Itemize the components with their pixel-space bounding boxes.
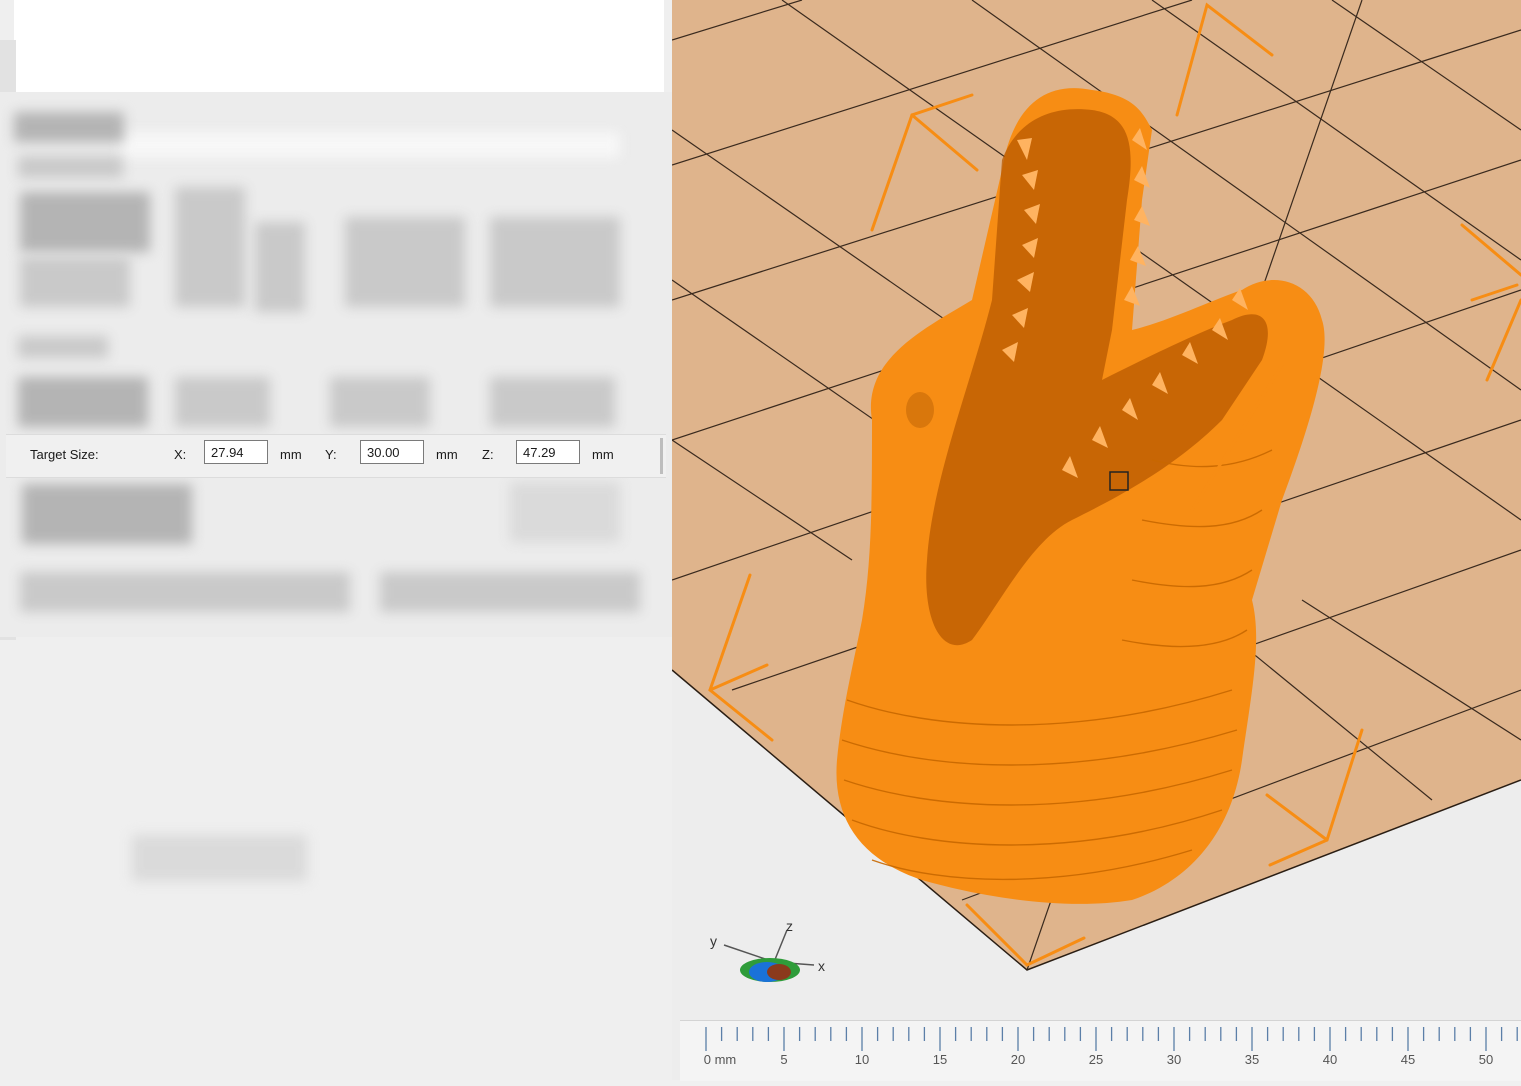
panel-header-area [14,0,664,92]
ruler-label: 0 mm [703,1052,737,1067]
blurred-field [490,377,615,427]
axis-x-label: x [818,958,825,974]
blurred-button [20,572,350,612]
target-size-row: Target Size: X: 27.94 mm Y: 30.00 mm Z: … [6,434,666,478]
ruler-label: 5 [780,1052,788,1067]
blurred-field [255,222,305,312]
ruler-label: 45 [1400,1052,1416,1067]
blurred-field [330,377,430,427]
ruler-label: 40 [1322,1052,1338,1067]
blurred-row-label [18,377,148,427]
y-label: Y: [325,447,337,462]
z-size-input[interactable]: 47.29 [516,440,580,464]
target-size-label: Target Size: [30,447,99,462]
x-size-input[interactable]: 27.94 [204,440,268,464]
ruler-label: 10 [854,1052,870,1067]
ruler-label: 30 [1166,1052,1182,1067]
blurred-button [380,572,640,612]
blurred-title-field [120,132,620,158]
ruler-label: 50 [1478,1052,1494,1067]
blurred-option [22,484,192,544]
axis-z-label: z [786,918,793,934]
ruler-label: 20 [1010,1052,1026,1067]
blurred-field [175,187,245,307]
blurred-field [175,377,270,427]
z-label: Z: [482,447,494,462]
blurred-field [490,217,620,307]
axis-y-label: y [710,933,717,949]
blurred-label [18,336,108,358]
ruler-label: 15 [932,1052,948,1067]
blurred-field [345,217,465,307]
scene-canvas [672,0,1521,982]
blurred-label [18,156,123,178]
scale-dialog [0,92,672,637]
x-label: X: [174,447,187,462]
3d-viewport[interactable]: y z x [672,0,1521,1080]
ruler-label: 35 [1244,1052,1260,1067]
z-unit: mm [592,447,614,462]
measurement-ruler [680,1020,1521,1081]
blurred-title [14,112,124,142]
panel-splitter[interactable] [660,438,663,474]
blurred-row-label [20,192,150,252]
y-unit: mm [436,447,458,462]
blurred-row-label [20,257,130,307]
blurred-button [510,482,620,542]
ruler-label: 25 [1088,1052,1104,1067]
x-unit: mm [280,447,302,462]
y-size-input[interactable]: 30.00 [360,440,424,464]
axis-gizmo [723,929,815,982]
ruler-ticks [705,1027,1518,1051]
settings-panel [0,0,672,1080]
blurred-status [132,835,307,881]
